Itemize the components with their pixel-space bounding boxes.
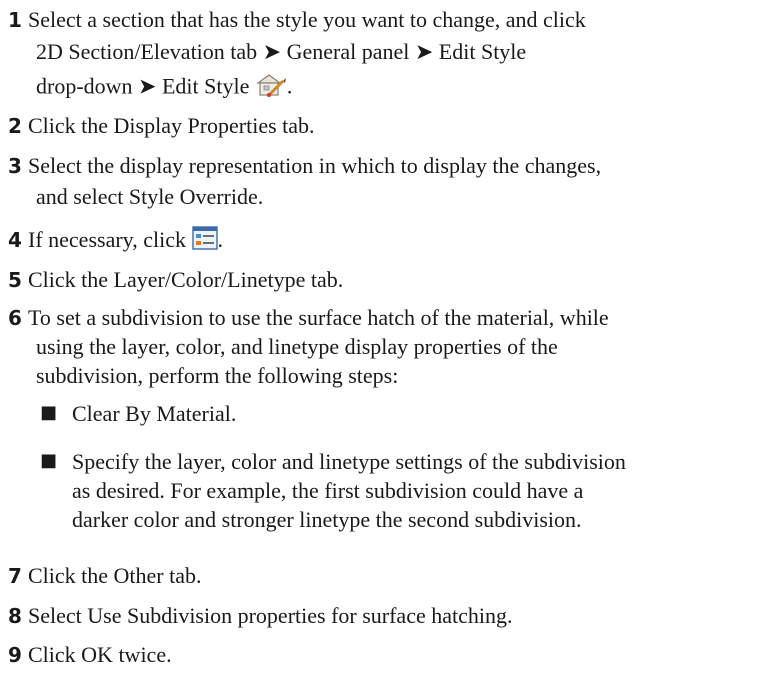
step-number: 7	[8, 564, 22, 588]
step-1-line-3: drop-down ➤ Edit Style .	[36, 72, 292, 105]
step-5: 5 Click the Layer/Color/Linetype tab.	[8, 267, 344, 292]
step-6-line-1: 6 To set a subdivision to use the surface…	[8, 305, 609, 330]
step-7: 7 Click the Other tab.	[8, 563, 202, 588]
step-2: 2 Click the Display Properties tab.	[8, 113, 315, 138]
step-1-line-2: 2D Section/Elevation tab ➤ General panel…	[36, 39, 527, 64]
step-number: 8	[8, 604, 22, 628]
step-number: 3	[8, 154, 22, 178]
step-8: 8 Select Use Subdivision properties for s…	[8, 603, 513, 628]
step-3-line-2: and select Style Override.	[36, 184, 264, 209]
step-number: 4	[8, 228, 22, 252]
bullet-marker: ■	[40, 402, 58, 423]
bullet-item-2-line-3: darker color and stronger linetype the s…	[72, 507, 582, 532]
bullet-item-2-line-2: as desired. For example, the first subdi…	[72, 478, 584, 503]
bullet-item-2-line-1: Specify the layer, color and linetype se…	[72, 449, 626, 474]
bullet-item-1: Clear By Material.	[72, 401, 237, 426]
step-3-line-1: 3 Select the display representation in wh…	[8, 153, 602, 178]
step-9: 9 Click OK twice.	[8, 642, 172, 667]
step-6-line-2: using the layer, color, and linetype dis…	[36, 334, 558, 359]
step-number: 1	[8, 8, 22, 32]
edit-style-icon	[255, 72, 287, 105]
bullet-marker: ■	[40, 450, 58, 471]
step-number: 2	[8, 114, 22, 138]
step-4: 4 If necessary, click .	[8, 226, 223, 257]
display-properties-icon	[191, 226, 218, 257]
step-1-line-1: 1 Select a section that has the style you…	[8, 7, 586, 32]
step-number: 5	[8, 268, 22, 292]
step-6-line-3: subdivision, perform the following steps…	[36, 363, 399, 388]
step-number: 9	[8, 643, 22, 667]
step-number: 6	[8, 306, 22, 330]
